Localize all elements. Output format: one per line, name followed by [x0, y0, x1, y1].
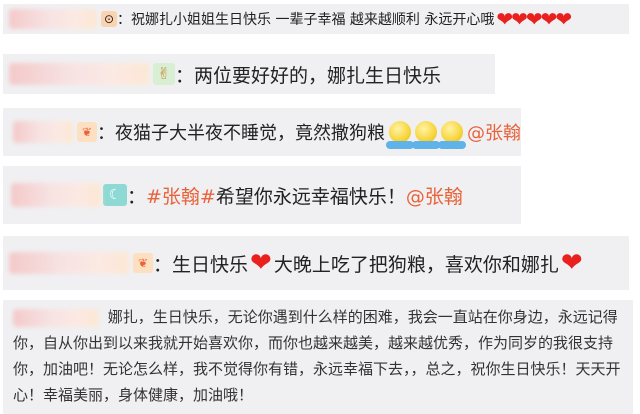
smiley-face-icon: [412, 121, 440, 149]
heart-icon: ❤: [250, 248, 272, 278]
comment-text: 祝娜扎小姐姐生日快乐 一辈子幸福 越来越顺利 永远开心哦: [131, 12, 495, 28]
comment-text: 大晚上吃了把狗粮，喜欢你和娜扎: [273, 253, 559, 276]
comment-row-3: ❦ ： 夜猫子大半夜不睡觉，竟然撒狗粮 @张翰: [3, 108, 521, 156]
comment-separator: ：: [127, 185, 147, 208]
topic-link[interactable]: #张翰#: [146, 182, 216, 209]
comment-text: 希望你永远幸福快乐！: [215, 185, 406, 208]
paragraph-text: 娜扎，生日快乐，无论你遇到什么样的困难，我会一直站在你身边，永远记得你，自从你出…: [13, 308, 621, 404]
blurred-username: [9, 252, 129, 274]
comment-separator: ：: [175, 64, 195, 87]
blurred-username: [13, 121, 73, 143]
comment-row-4: ☾ ： #张翰# 希望你永远幸福快乐！ @张翰: [3, 166, 521, 224]
mention-link[interactable]: @张翰: [406, 182, 463, 209]
blurred-username: [9, 9, 97, 29]
smiley-face-icon: [438, 121, 466, 149]
comment-separator: ：: [97, 123, 115, 144]
comment-row-5: ❦ ： 生日快乐 ❤ 大晚上吃了把狗粮，喜欢你和娜扎 ❤: [3, 236, 629, 290]
heart-icon: ❤: [560, 248, 583, 278]
comment-row-1: ⊙ ： 祝娜扎小姐姐生日快乐 一辈子幸福 越来越顺利 永远开心哦 ❤❤❤❤❤: [3, 4, 629, 34]
comment-separator: ：: [153, 253, 173, 276]
badge-icon: ❦: [77, 122, 97, 142]
badge-icon: ❦: [133, 253, 153, 273]
heart-icon: ❤❤❤❤❤: [496, 7, 572, 31]
sticker-icon: ⊙: [101, 11, 117, 27]
comment-text: 两位要好好的，娜扎生日快乐: [194, 64, 442, 87]
comment-separator: ：: [117, 12, 131, 28]
comment-paragraph: 娜扎，生日快乐，无论你遇到什么样的困难，我会一直站在你身边，永远记得你，自从你出…: [3, 300, 633, 414]
comment-text: 生日快乐: [172, 253, 249, 276]
victory-hand-icon: ✌: [153, 63, 175, 85]
smiley-face-icon: [386, 121, 414, 149]
comment-text: 夜猫子大半夜不睡觉，竟然撒狗粮: [115, 123, 385, 144]
blurred-username: [9, 63, 149, 85]
blurred-username: [11, 183, 101, 207]
moon-icon: ☾: [103, 184, 127, 206]
mention-link[interactable]: @张翰: [467, 119, 521, 145]
comment-row-2: ✌ ： 两位要好好的，娜扎生日快乐: [3, 54, 495, 94]
blurred-username: [13, 308, 99, 327]
